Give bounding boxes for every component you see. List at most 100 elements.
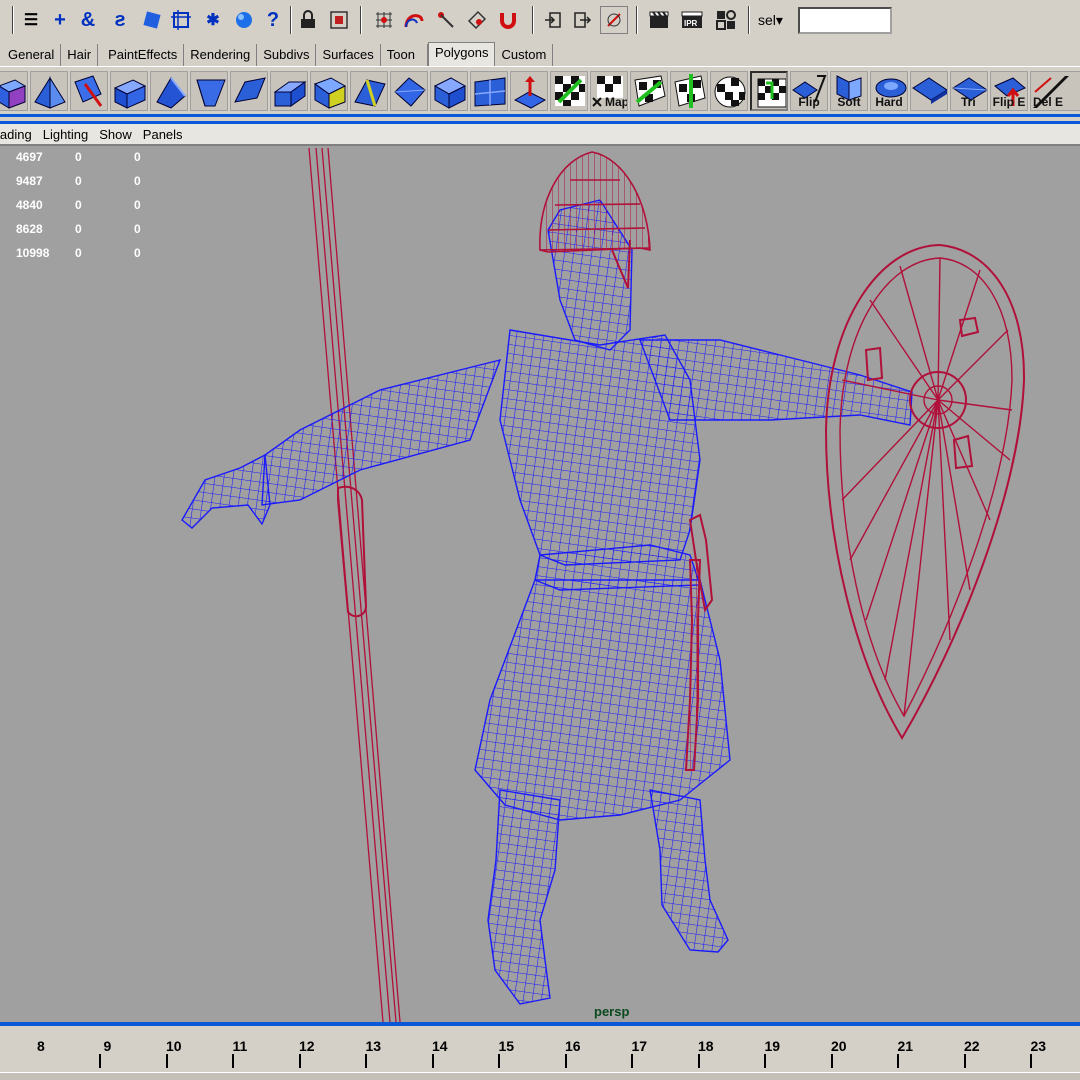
uv-planar-map-icon[interactable] (550, 71, 588, 111)
flip-edge-icon[interactable]: Flip E (990, 71, 1028, 111)
poly-append-icon[interactable] (70, 71, 108, 111)
ipr-render-icon[interactable]: IPR (678, 6, 706, 34)
tab-painteffects[interactable]: PaintEffects (102, 44, 185, 66)
menu-show[interactable]: Show (99, 127, 132, 142)
poly-cut-icon[interactable] (430, 71, 468, 111)
poly-bevel-icon[interactable] (230, 71, 268, 111)
frame-number: 19 (764, 1038, 781, 1054)
tab-subdivs[interactable]: Subdivs (257, 44, 317, 66)
component-mode-icon[interactable] (138, 6, 166, 34)
highlight-icon[interactable] (325, 6, 353, 34)
frame-number: 21 (897, 1038, 914, 1054)
poly-cube-icon[interactable] (0, 71, 28, 111)
frame-number: 13 (365, 1038, 382, 1054)
poly-subdivide-icon[interactable] (470, 71, 508, 111)
tab-polygons[interactable]: Polygons (428, 42, 496, 66)
spear-wireframe[interactable] (308, 147, 401, 1022)
menu-lighting[interactable]: Lighting (43, 127, 89, 142)
snap-magnet-icon[interactable] (494, 6, 522, 34)
snap-point-icon[interactable] (432, 6, 460, 34)
tab-custom[interactable]: Custom (495, 44, 554, 66)
frame-tick (897, 1054, 900, 1068)
delete-edge-label: Del E (1033, 95, 1064, 109)
render-settings-icon[interactable] (712, 6, 740, 34)
selection-mode-dropdown[interactable]: sel▾ (758, 12, 783, 29)
uv-texture-editor-icon[interactable] (750, 71, 788, 111)
frame-tick (165, 1054, 168, 1068)
shield-wireframe[interactable] (824, 243, 1026, 740)
menu-shading[interactable]: Shading (0, 127, 32, 142)
frame-tick (564, 1054, 567, 1068)
tab-surfaces[interactable]: Surfaces (316, 44, 381, 66)
tab-rendering[interactable]: Rendering (184, 44, 258, 66)
poly-extrude-face-icon[interactable] (150, 71, 188, 111)
frame-tick (1030, 1054, 1033, 1068)
pivot-icon[interactable] (167, 6, 195, 34)
polygons-shelf: Map Flip Soft Hard Tri Flip E Del E (0, 66, 1080, 114)
hud-row-edges: 9487 0 0 (16, 174, 141, 188)
poly-extrude-edge-icon[interactable] (190, 71, 228, 111)
tab-general[interactable]: General (2, 44, 62, 66)
separator (532, 6, 534, 34)
poly-split-icon[interactable] (110, 71, 148, 111)
poly-wedge-icon[interactable] (270, 71, 308, 111)
help-icon[interactable]: ? (259, 6, 287, 34)
flip-edge-label: Flip E (992, 95, 1026, 109)
frame-tick (830, 1054, 833, 1068)
poly-merge-icon[interactable] (350, 71, 388, 111)
wireframe-scene (181, 147, 1026, 1022)
soft-label: Soft (837, 95, 861, 109)
tab-hair[interactable]: Hair (61, 44, 99, 66)
hud-row-faces: 4840 0 0 (16, 198, 141, 212)
lock-selection-icon[interactable] (294, 6, 322, 34)
snap-curve-icon[interactable] (400, 6, 428, 34)
soften-edge-icon[interactable]: Soft (830, 71, 868, 111)
uv-cylindrical-map-icon[interactable]: Map (590, 71, 628, 111)
triangulate-icon[interactable]: Tri (950, 71, 988, 111)
sphere-icon[interactable] (230, 6, 258, 34)
poly-collapse-icon[interactable] (310, 71, 348, 111)
dropdown-arrow-icon: ▾ (775, 12, 783, 28)
history-icon[interactable] (600, 6, 628, 34)
snap-grid-icon[interactable] (370, 6, 398, 34)
output-icon[interactable] (568, 6, 596, 34)
separator (290, 6, 292, 34)
frame-tick (431, 1054, 434, 1068)
poly-pyramid-icon[interactable] (30, 71, 68, 111)
frame-number: 14 (432, 1038, 448, 1054)
menu-set-icon[interactable]: ☰ (17, 6, 45, 34)
time-slider[interactable]: 8 9 10 11 12 13 14 15 16 17 18 19 20 21 22 23 (0, 1022, 1080, 1080)
poly-smooth-icon[interactable] (390, 71, 428, 111)
quadrangulate-icon[interactable] (910, 71, 948, 111)
quick-select-field[interactable] (798, 7, 892, 34)
uv-checker-icon[interactable] (710, 71, 748, 111)
frame-tick (764, 1054, 767, 1068)
svg-text:IPR: IPR (684, 19, 698, 28)
tab-toon[interactable]: Toon (381, 44, 428, 66)
object-star-icon[interactable]: ✱ (199, 6, 227, 34)
perspective-viewport[interactable]: 4697 0 0 9487 0 0 4840 0 0 8628 0 0 10998 0 0 pers… (0, 146, 1080, 1022)
input-icon[interactable] (539, 6, 567, 34)
lasso-icon[interactable]: & (74, 6, 102, 34)
panel-menu-bar: Shading Lighting Show Panels (0, 124, 1080, 146)
shelf-tabs: General Hair PaintEffects Rendering Subd… (0, 42, 1080, 66)
render-icon[interactable] (645, 6, 673, 34)
delete-edge-icon[interactable]: Del E (1030, 71, 1080, 111)
uv-automatic-map-icon[interactable] (670, 71, 708, 111)
panel-divider (0, 114, 1080, 124)
hud-row-tris: 8628 0 0 (16, 222, 141, 236)
move-plus-icon[interactable]: + (46, 6, 74, 34)
frame-number: 15 (498, 1038, 515, 1054)
range-slider[interactable] (0, 1072, 1080, 1080)
curve-icon[interactable]: ƨ (106, 6, 134, 34)
uv-spherical-map-icon[interactable] (630, 71, 668, 111)
harden-edge-icon[interactable]: Hard (870, 71, 908, 111)
separator (360, 6, 362, 34)
menu-panels[interactable]: Panels (143, 127, 183, 142)
soldier-body-wireframe[interactable] (181, 199, 913, 1005)
snap-view-icon[interactable] (463, 6, 491, 34)
map-label: Map (605, 95, 628, 109)
flip-normals-icon[interactable]: Flip (790, 71, 828, 111)
poly-move-component-icon[interactable] (510, 71, 548, 111)
separator (636, 6, 638, 34)
